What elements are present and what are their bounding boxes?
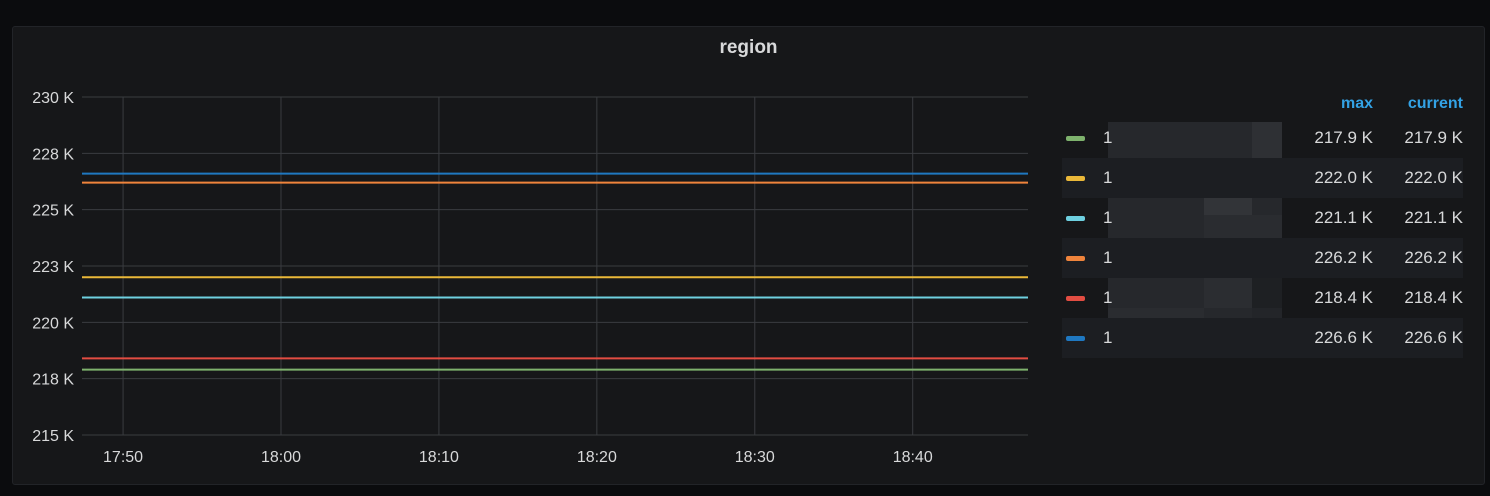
legend-max-value: 217.9 K xyxy=(1314,128,1373,147)
x-tick-label: 18:30 xyxy=(735,449,775,466)
legend-series-name[interactable]: 1 xyxy=(1103,288,1123,308)
legend-max-value: 226.2 K xyxy=(1314,248,1373,267)
x-tick-label: 18:40 xyxy=(893,449,933,466)
legend-item[interactable]: 1 217.9 K 217.9 K xyxy=(1062,118,1463,158)
legend-max-value: 222.0 K xyxy=(1314,168,1373,187)
legend-item[interactable]: 1 226.6 K 226.6 K xyxy=(1062,318,1463,358)
legend-series-name[interactable]: 1 xyxy=(1103,328,1123,348)
series-color-swatch[interactable] xyxy=(1066,295,1085,301)
legend-header-max[interactable]: max xyxy=(1283,95,1373,113)
series-color-swatch[interactable] xyxy=(1066,175,1085,181)
legend-item[interactable]: 1 218.4 K 218.4 K xyxy=(1062,278,1463,318)
legend-item[interactable]: 1 222.0 K 222.0 K xyxy=(1062,158,1463,198)
legend-current-value: 222.0 K xyxy=(1404,168,1463,187)
legend-current-value: 221.1 K xyxy=(1404,208,1463,227)
legend-series-name[interactable]: 1 xyxy=(1103,128,1123,148)
x-tick-label: 17:50 xyxy=(103,449,143,466)
x-tick-label: 18:00 xyxy=(261,449,301,466)
series-color-swatch[interactable] xyxy=(1066,255,1085,261)
y-tick-label: 218 K xyxy=(32,372,74,389)
legend-header-current[interactable]: current xyxy=(1373,95,1463,113)
series-color-swatch[interactable] xyxy=(1066,215,1085,221)
legend-max-value: 226.6 K xyxy=(1314,328,1373,347)
y-tick-label: 225 K xyxy=(32,203,74,220)
series-color-swatch[interactable] xyxy=(1066,135,1085,141)
legend-item[interactable]: 1 221.1 K 221.1 K xyxy=(1062,198,1463,238)
legend-max-value: 218.4 K xyxy=(1314,288,1373,307)
legend-series-name[interactable]: 1 xyxy=(1103,248,1123,268)
legend-series-name[interactable]: 1 xyxy=(1103,168,1123,188)
y-tick-label: 230 K xyxy=(32,90,74,107)
legend-header: max current xyxy=(1062,90,1463,118)
legend-max-value: 221.1 K xyxy=(1314,208,1373,227)
x-tick-label: 18:10 xyxy=(419,449,459,466)
y-tick-label: 215 K xyxy=(32,428,74,445)
y-tick-label: 223 K xyxy=(32,259,74,276)
legend-current-value: 226.2 K xyxy=(1404,248,1463,267)
y-tick-label: 228 K xyxy=(32,146,74,163)
legend-current-value: 217.9 K xyxy=(1404,128,1463,147)
legend-series-name[interactable]: 1 xyxy=(1103,208,1123,228)
legend-current-value: 218.4 K xyxy=(1404,288,1463,307)
series-color-swatch[interactable] xyxy=(1066,335,1085,341)
legend-item[interactable]: 1 226.2 K 226.2 K xyxy=(1062,238,1463,278)
y-tick-label: 220 K xyxy=(32,315,74,332)
x-tick-label: 18:20 xyxy=(577,449,617,466)
legend-current-value: 226.6 K xyxy=(1404,328,1463,347)
legend: max current 1 217.9 K 217.9 K 1 222.0 K … xyxy=(1062,90,1463,358)
